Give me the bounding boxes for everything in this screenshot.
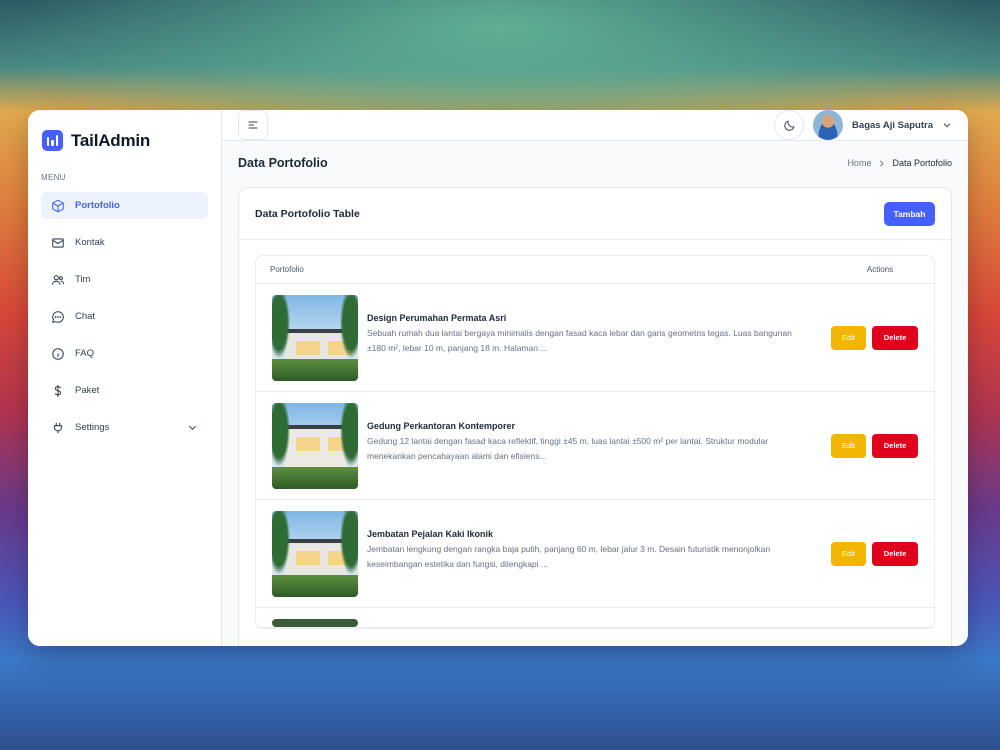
card-title: Data Portofolio Table xyxy=(255,207,360,220)
breadcrumb: Home Data Portofolio xyxy=(847,158,952,168)
edit-button[interactable]: Edit xyxy=(831,541,866,566)
card-header: Data Portofolio Table Tambah xyxy=(239,188,951,240)
logo-icon xyxy=(42,130,63,151)
portfolio-description: Sebuah rumah dua lantai bergaya minimali… xyxy=(367,328,792,353)
page-title: Data Portofolio xyxy=(238,156,328,170)
edit-button[interactable]: Edit xyxy=(831,433,866,458)
breadcrumb-home-link[interactable]: Home xyxy=(847,158,871,168)
portfolio-table: Portofolio Actions Design Perumahan Perm… xyxy=(255,255,935,629)
row-actions: Edit Delete xyxy=(831,325,918,350)
avatar[interactable] xyxy=(813,110,844,140)
chevron-right-icon xyxy=(880,160,885,166)
portfolio-title: Gedung Perkantoran Kontemporer xyxy=(367,421,516,431)
users-icon xyxy=(51,274,65,285)
page-content: Data Portofolio Home Data Portofolio Dat… xyxy=(222,141,968,646)
row-text: Gedung Perkantoran Kontemporer Gedung 12… xyxy=(358,421,831,464)
app-window: TailAdmin MENU Portofolio Kontak Tim Cha… xyxy=(28,110,968,646)
moon-icon xyxy=(783,119,795,131)
portfolio-thumbnail xyxy=(272,294,358,381)
sidebar-item-label: Paket xyxy=(75,385,100,396)
table-row xyxy=(256,608,934,628)
column-header-portfolio: Portofolio xyxy=(270,265,304,274)
portfolio-title: Design Perumahan Permata Asri xyxy=(367,313,507,323)
theme-toggle-button[interactable] xyxy=(774,110,805,140)
sidebar-item-paket[interactable]: Paket xyxy=(41,377,208,404)
sidebar: TailAdmin MENU Portofolio Kontak Tim Cha… xyxy=(28,110,222,646)
menu-label: MENU xyxy=(41,173,66,182)
main-area: Bagas Aji Saputra Data Portofolio Home D… xyxy=(222,110,968,646)
mail-icon xyxy=(52,237,64,248)
user-name[interactable]: Bagas Aji Saputra xyxy=(852,120,933,131)
table-row: Gedung Perkantoran Kontemporer Gedung 12… xyxy=(256,392,934,500)
sidebar-item-portofolio[interactable]: Portofolio xyxy=(41,192,208,219)
sidebar-item-label: Portofolio xyxy=(75,200,120,211)
page-heading: Data Portofolio Home Data Portofolio xyxy=(238,155,952,171)
sidebar-toggle-button[interactable] xyxy=(238,110,268,140)
sidebar-item-kontak[interactable]: Kontak xyxy=(41,229,208,256)
sidebar-item-settings[interactable]: Settings xyxy=(41,414,208,441)
sidebar-item-label: Chat xyxy=(75,311,96,322)
breadcrumb-current: Data Portofolio xyxy=(892,158,952,168)
portfolio-description: Gedung 12 lantai dengan fasad kaca refle… xyxy=(367,436,769,461)
portfolio-title: Jembatan Pejalan Kaki Ikonik xyxy=(367,529,494,539)
cube-icon xyxy=(52,199,64,212)
table-row: Jembatan Pejalan Kaki Ikonik Jembatan le… xyxy=(256,500,934,608)
header-actions: Bagas Aji Saputra xyxy=(774,110,952,140)
sidebar-item-faq[interactable]: FAQ xyxy=(41,340,208,367)
chevron-down-icon[interactable] xyxy=(187,422,198,433)
table-header: Portofolio Actions xyxy=(256,256,934,284)
brand-name: TailAdmin xyxy=(71,130,151,150)
portfolio-thumbnail xyxy=(272,619,358,627)
sidebar-item-label: Settings xyxy=(75,422,110,433)
table-row: Design Perumahan Permata Asri Sebuah rum… xyxy=(256,284,934,392)
menu-icon xyxy=(248,121,258,129)
column-header-actions: Actions xyxy=(866,265,894,274)
row-actions: Edit Delete xyxy=(831,433,918,458)
edit-button[interactable]: Edit xyxy=(831,325,866,350)
row-text: Design Perumahan Permata Asri Sebuah rum… xyxy=(358,313,831,356)
portfolio-description: Jembatan lengkung dengan rangka baja put… xyxy=(367,544,771,569)
info-icon xyxy=(52,347,64,360)
dollar-icon xyxy=(54,384,62,397)
delete-button[interactable]: Delete xyxy=(872,325,918,350)
sidebar-item-label: Kontak xyxy=(75,237,105,248)
sidebar-item-label: FAQ xyxy=(75,348,95,359)
top-header: Bagas Aji Saputra xyxy=(222,110,968,141)
row-actions: Edit Delete xyxy=(831,541,918,566)
chat-icon xyxy=(52,310,64,323)
portfolio-thumbnail xyxy=(272,510,358,597)
delete-button[interactable]: Delete xyxy=(872,433,918,458)
sidebar-item-chat[interactable]: Chat xyxy=(41,303,208,330)
portfolio-card: Data Portofolio Table Tambah Portofolio … xyxy=(238,187,952,646)
add-button[interactable]: Tambah xyxy=(884,201,935,226)
delete-button[interactable]: Delete xyxy=(872,541,918,566)
sidebar-item-label: Tim xyxy=(75,274,91,285)
brand[interactable]: TailAdmin xyxy=(41,130,208,151)
portfolio-thumbnail xyxy=(272,402,358,489)
plug-icon xyxy=(53,422,63,433)
chevron-down-icon[interactable] xyxy=(942,120,952,130)
sidebar-item-tim[interactable]: Tim xyxy=(41,266,208,293)
row-text: Jembatan Pejalan Kaki Ikonik Jembatan le… xyxy=(358,529,831,572)
